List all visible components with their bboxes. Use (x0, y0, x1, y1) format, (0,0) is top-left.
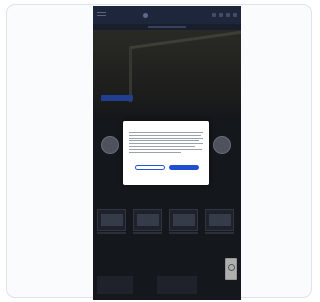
reject-button[interactable] (135, 165, 165, 170)
accept-button[interactable] (169, 165, 199, 170)
consent-body (129, 132, 203, 154)
cookie-consent-dialog (123, 121, 209, 185)
